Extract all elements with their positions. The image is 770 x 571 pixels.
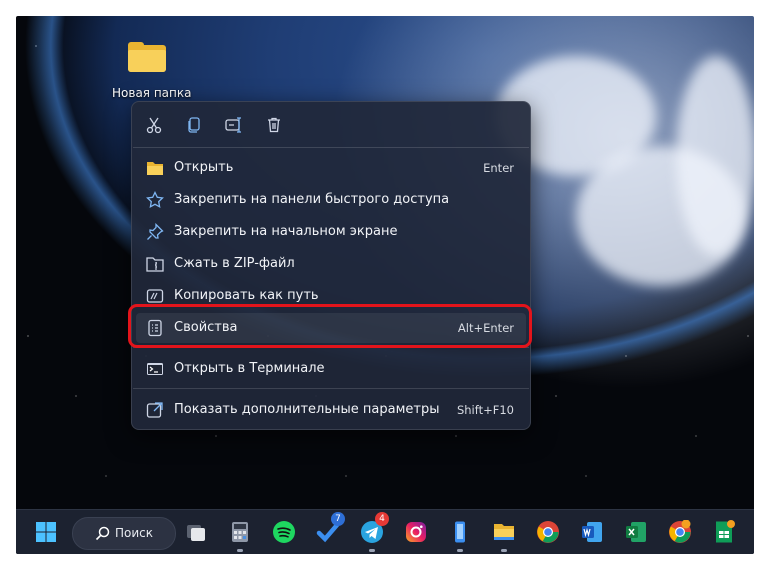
running-indicator	[501, 549, 507, 552]
shortcut-text: Enter	[483, 161, 514, 175]
menu-item-label: Показать дополнительные параметры	[174, 402, 440, 417]
sheets-icon[interactable]	[710, 518, 738, 546]
terminal-icon	[146, 360, 164, 378]
menu-item-label: Закрепить на начальном экране	[174, 224, 398, 239]
menu-item-terminal[interactable]: Открыть в Терминале	[136, 354, 526, 384]
zip-icon	[146, 255, 164, 273]
menu-item-label: Закрепить на панели быстрого доступа	[174, 192, 450, 207]
running-indicator	[369, 549, 375, 552]
instagram-icon[interactable]	[402, 518, 430, 546]
shortcut-text: Shift+F10	[456, 403, 514, 417]
notification-badge: 7	[331, 512, 345, 526]
folder-open-icon	[146, 159, 164, 177]
running-indicator	[457, 549, 463, 552]
phone-link-icon[interactable]	[446, 518, 474, 552]
star-icon	[146, 190, 164, 209]
divider	[133, 388, 529, 389]
rename-icon[interactable]	[224, 115, 244, 135]
todo-icon[interactable]: 7	[314, 512, 345, 546]
menu-item-pin-start[interactable]: Закрепить на начальном экране	[136, 217, 526, 247]
search-box[interactable]: Поиск	[72, 517, 176, 550]
delete-icon[interactable]	[264, 115, 284, 135]
taskbar: Поиск 7 4	[16, 509, 754, 554]
copy-icon[interactable]	[184, 115, 204, 135]
menu-item-pin-quick-access[interactable]: Закрепить на панели быстрого доступа	[136, 185, 526, 215]
context-menu: Открыть Enter Закрепить на панели быстро…	[131, 101, 531, 430]
file-explorer-icon[interactable]	[490, 518, 518, 552]
excel-icon[interactable]	[622, 518, 650, 546]
divider	[133, 147, 529, 148]
desktop-folder[interactable]: Новая папка	[112, 42, 192, 100]
menu-item-label: Открыть	[174, 160, 234, 175]
more-options-icon	[146, 401, 164, 419]
start-icon[interactable]	[32, 518, 60, 546]
running-indicator	[237, 549, 243, 552]
chrome-icon[interactable]	[534, 518, 562, 546]
telegram-icon[interactable]: 4	[358, 512, 389, 552]
chrome-canary-icon[interactable]	[666, 518, 694, 546]
cut-icon[interactable]	[144, 115, 164, 135]
search-label: Поиск	[115, 526, 154, 540]
word-icon[interactable]	[578, 518, 606, 546]
notification-badge: 4	[375, 512, 389, 526]
desktop-folder-label: Новая папка	[112, 86, 192, 100]
cloud	[676, 56, 754, 256]
menu-item-label: Копировать как путь	[174, 288, 319, 303]
menu-item-label: Открыть в Терминале	[174, 361, 325, 376]
desktop: Новая папка Открыть Enter Закрепить на п…	[16, 16, 754, 554]
task-view-icon[interactable]	[182, 518, 210, 546]
highlight-frame	[128, 304, 532, 348]
spotify-icon[interactable]	[270, 518, 298, 546]
menu-item-open[interactable]: Открыть Enter	[136, 153, 526, 183]
calculator-icon[interactable]	[226, 518, 254, 552]
menu-item-label: Сжать в ZIP-файл	[174, 256, 295, 271]
menu-item-zip[interactable]: Сжать в ZIP-файл	[136, 249, 526, 279]
copy-path-icon	[146, 287, 164, 305]
pin-icon	[146, 222, 164, 241]
search-icon	[95, 526, 110, 541]
menu-item-more-options[interactable]: Показать дополнительные параметры Shift+…	[136, 395, 526, 425]
folder-icon	[128, 42, 166, 72]
